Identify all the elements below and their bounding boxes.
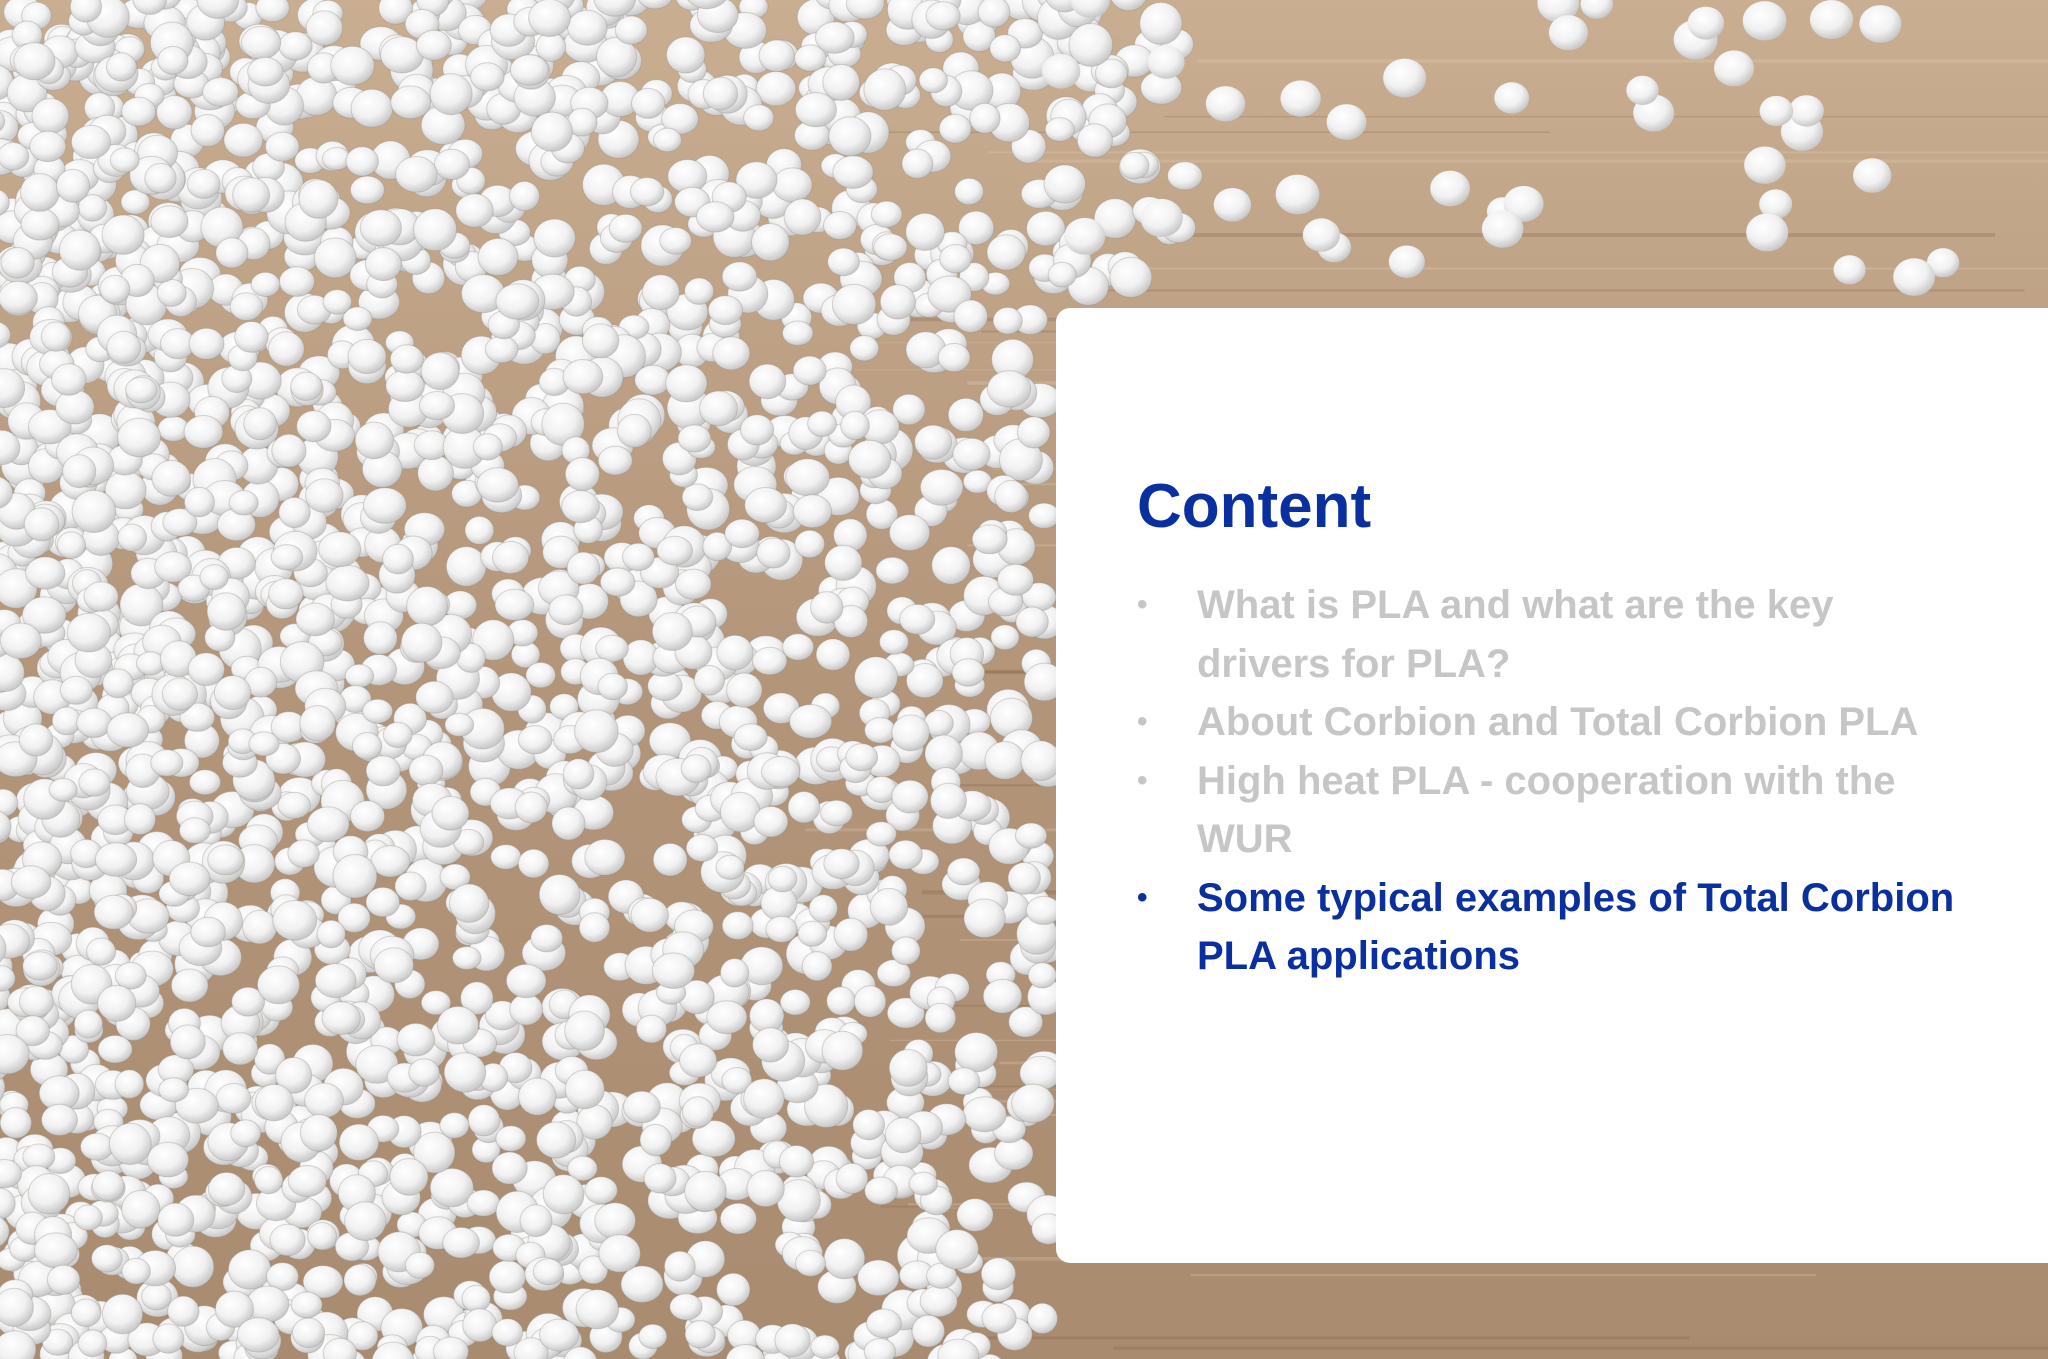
bullet-icon: • (1137, 588, 1148, 621)
bullet-icon: • (1137, 880, 1148, 914)
slide-title: Content (1137, 472, 1372, 541)
list-item-text: What is PLA and what are the key drivers… (1197, 583, 1834, 686)
list-item-active: • Some typical examples of Total Corbion … (1137, 869, 1967, 986)
content-list: • What is PLA and what are the key driver… (1137, 576, 1967, 986)
list-item: • High heat PLA - cooperation with the WU… (1137, 752, 1967, 869)
list-item-text: Some typical examples of Total Corbion P… (1197, 875, 1955, 979)
bullet-icon: • (1137, 763, 1148, 797)
list-item-text: About Corbion and Total Corbion PLA (1197, 700, 1919, 744)
list-item-text: High heat PLA - cooperation with the WUR (1197, 758, 1896, 862)
list-item: • What is PLA and what are the key driver… (1137, 576, 1967, 693)
list-item: • About Corbion and Total Corbion PLA (1137, 693, 1967, 752)
bullet-icon: • (1137, 705, 1148, 738)
